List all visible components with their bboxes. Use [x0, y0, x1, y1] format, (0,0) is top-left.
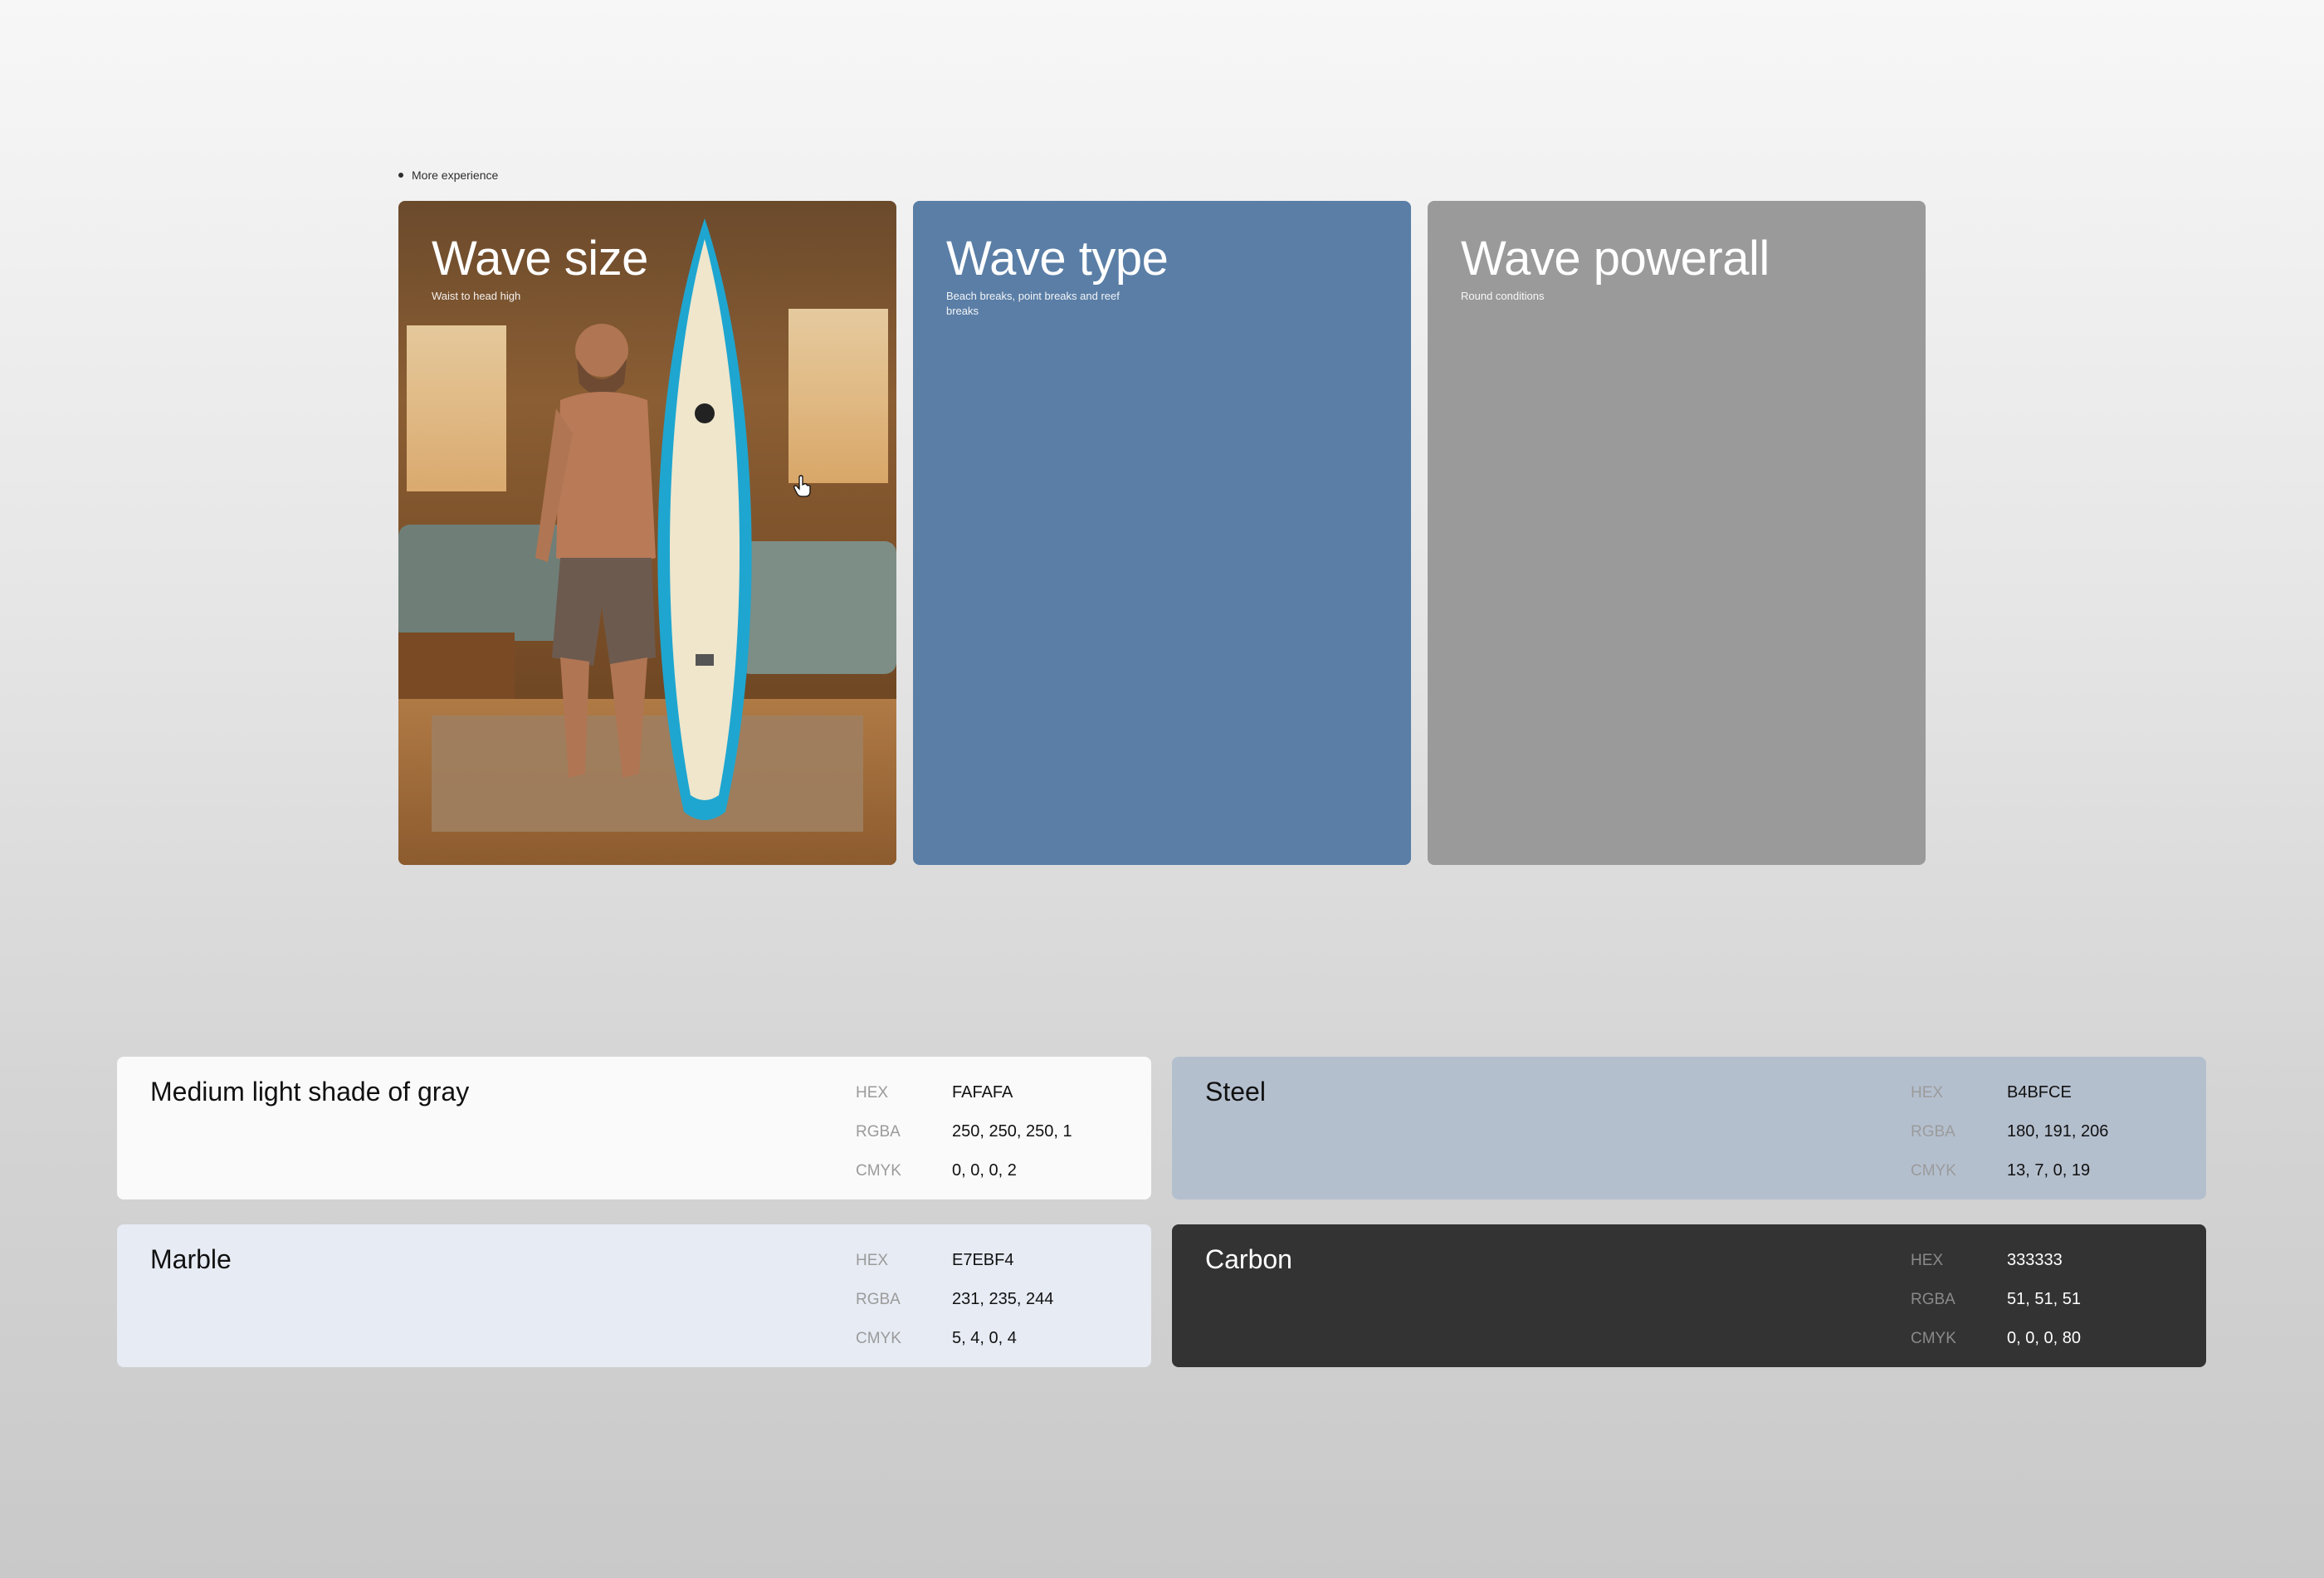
swatch-medium-light-gray: Medium light shade of gray HEX FAFAFA RGB… [117, 1057, 1151, 1199]
hex-value: FAFAFA [952, 1083, 1013, 1102]
cmyk-label: CMYK [856, 1161, 901, 1180]
swatch-name: Marble [150, 1244, 232, 1274]
rgba-value: 51, 51, 51 [2007, 1290, 2081, 1308]
card-wave-powerall[interactable]: Wave powerall Round conditions [1428, 201, 1926, 865]
rgba-label: RGBA [856, 1290, 901, 1308]
cmyk-value: 0, 0, 0, 2 [952, 1161, 1017, 1180]
hex-label: HEX [856, 1083, 889, 1102]
hex-label: HEX [1911, 1083, 1944, 1102]
hex-label: HEX [1911, 1251, 1944, 1269]
cmyk-label: CMYK [1911, 1161, 1956, 1180]
cmyk-value: 0, 0, 0, 80 [2007, 1329, 2081, 1347]
swatch-marble: Marble HEX E7EBF4 RGBA 231, 235, 244 CMYK 5… [117, 1224, 1151, 1367]
cmyk-label: CMYK [856, 1329, 901, 1347]
card-subtitle: Round conditions [1461, 290, 1545, 302]
rgba-value: 250, 250, 250, 1 [952, 1122, 1072, 1141]
swatch-name: Medium light shade of gray [150, 1077, 470, 1107]
swatch-steel: Steel HEX B4BFCE RGBA 180, 191, 206 CMYK 13… [1172, 1057, 2206, 1199]
swatch-name: Carbon [1205, 1244, 1292, 1274]
section-eyebrow: More experience [398, 169, 498, 182]
swatch-spec: HEX 333333 RGBA 51, 51, 51 CMYK 0, 0, 0, 80 [1911, 1241, 2185, 1358]
card-title: Wave size [432, 232, 648, 286]
card-subtitle: Waist to head high [432, 290, 521, 302]
swatch-spec: HEX B4BFCE RGBA 180, 191, 206 CMYK 13, 7, 0… [1911, 1073, 2185, 1190]
cmyk-value: 5, 4, 0, 4 [952, 1329, 1017, 1347]
swatch-spec: HEX E7EBF4 RGBA 231, 235, 244 CMYK 5, 4, 0,… [856, 1241, 1130, 1358]
swatch-spec: HEX FAFAFA RGBA 250, 250, 250, 1 CMYK 0, 0,… [856, 1073, 1130, 1190]
rgba-value: 180, 191, 206 [2007, 1122, 2109, 1141]
card-subtitle: Beach breaks, point breaks and reef brea… [946, 290, 1120, 317]
card-title: Wave powerall [1461, 232, 1770, 286]
hex-value: B4BFCE [2007, 1083, 2072, 1102]
card-wave-size[interactable]: Wave size Waist to head high [398, 201, 896, 865]
eyebrow-label: More experience [412, 169, 499, 182]
hex-label: HEX [856, 1251, 889, 1269]
rgba-label: RGBA [856, 1122, 901, 1141]
card-wave-type[interactable]: Wave type Beach breaks, point breaks and… [913, 201, 1411, 865]
rgba-value: 231, 235, 244 [952, 1290, 1054, 1308]
surfboard [657, 218, 752, 820]
hand-cursor-icon [793, 475, 811, 497]
swatch-carbon: Carbon HEX 333333 RGBA 51, 51, 51 CMYK 0, 0… [1172, 1224, 2206, 1367]
card-title: Wave type [946, 232, 1169, 286]
rgba-label: RGBA [1911, 1122, 1955, 1141]
swatch-name: Steel [1205, 1077, 1266, 1107]
hex-value: 333333 [2007, 1251, 2063, 1269]
rgba-label: RGBA [1911, 1290, 1955, 1308]
cmyk-value: 13, 7, 0, 19 [2007, 1161, 2091, 1180]
cmyk-label: CMYK [1911, 1329, 1956, 1347]
hex-value: E7EBF4 [952, 1251, 1014, 1269]
bullet-icon [398, 173, 403, 178]
